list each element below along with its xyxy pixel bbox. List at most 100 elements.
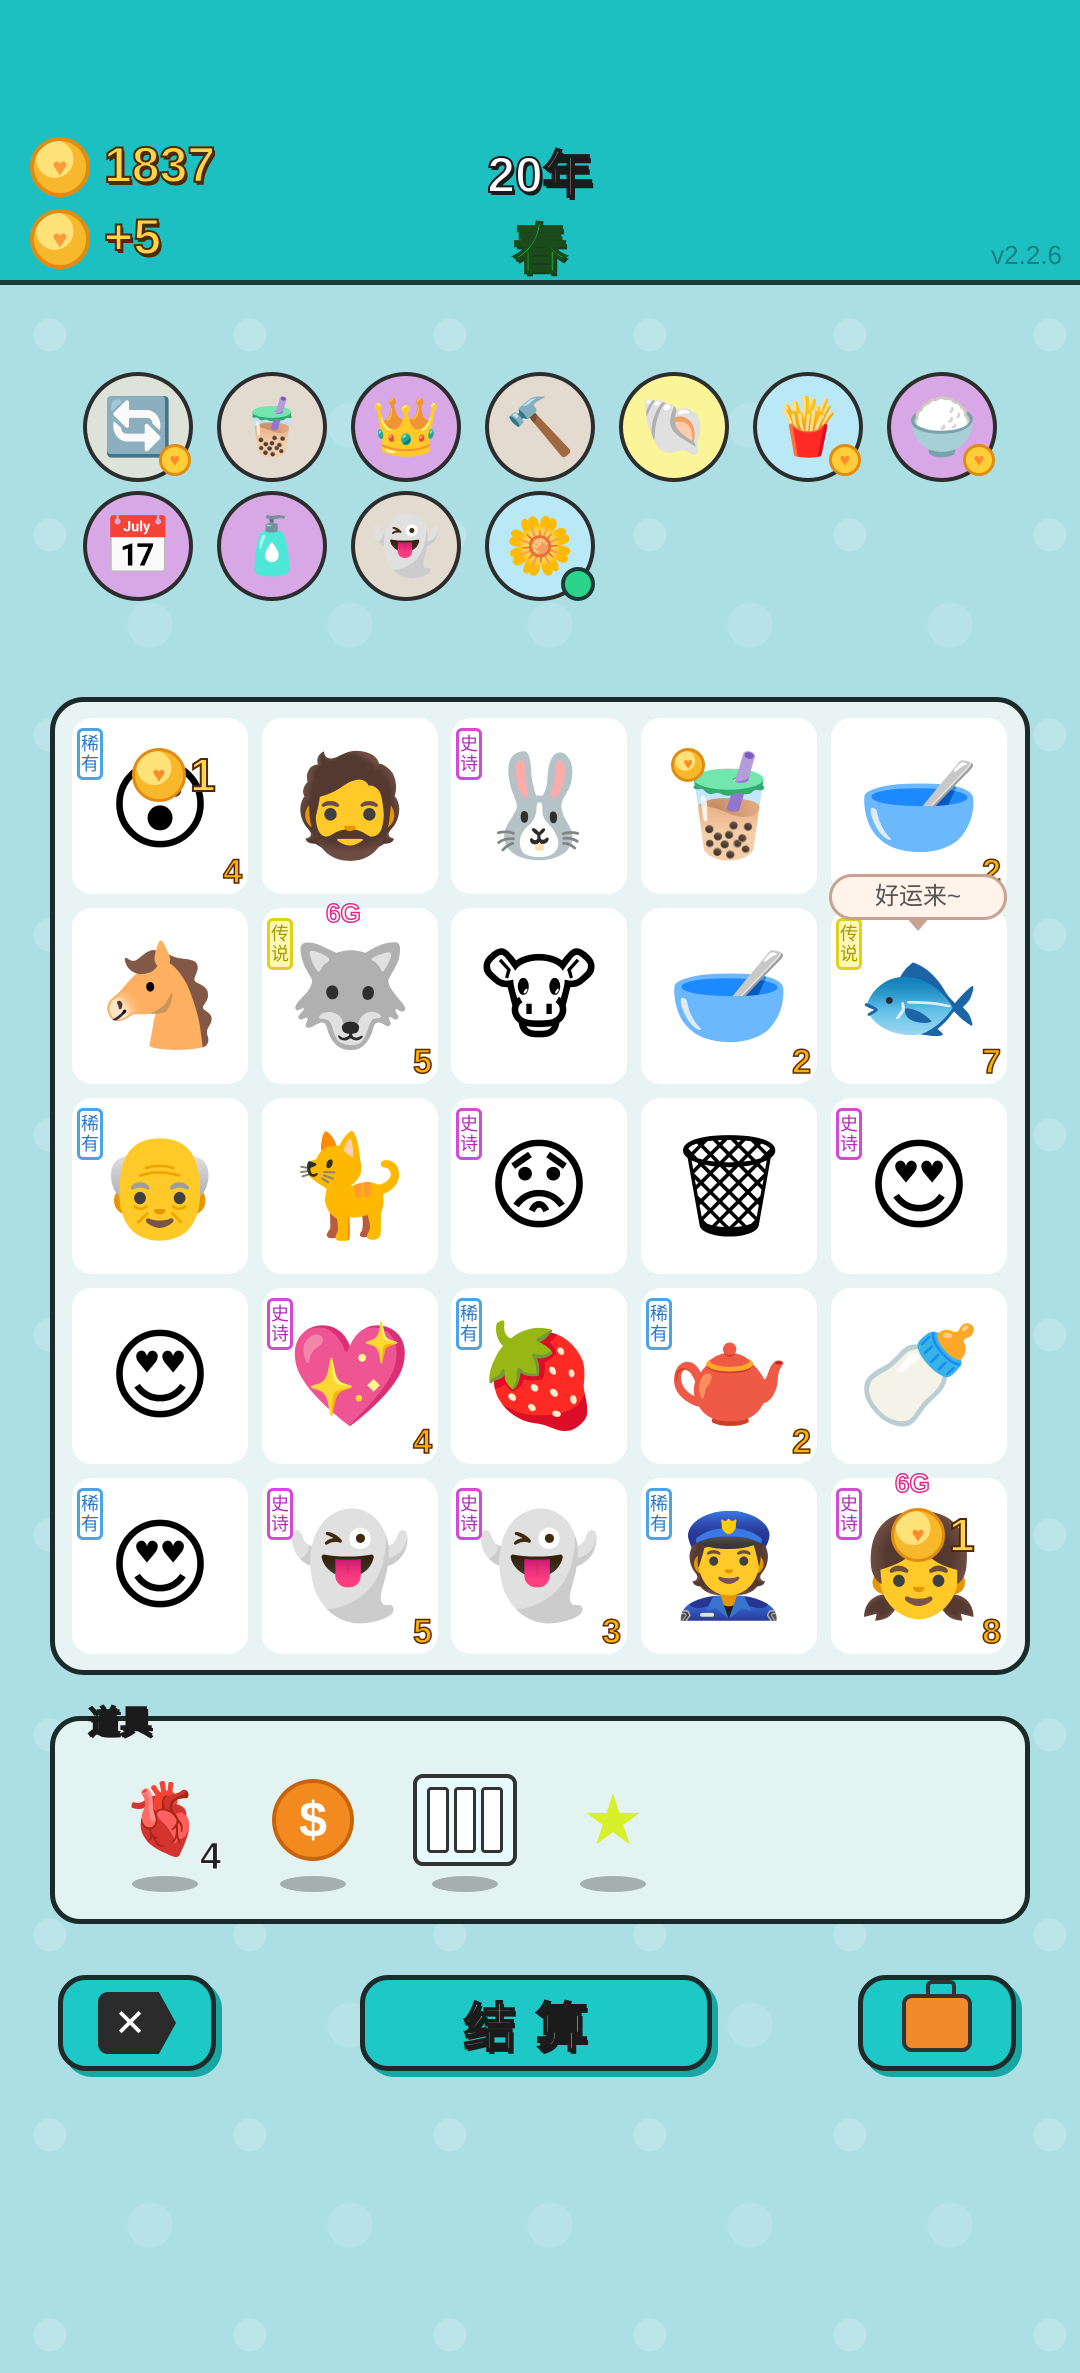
coin-icon: ♥ xyxy=(891,1508,945,1562)
trash-bag-tile[interactable]: 🗑 xyxy=(641,1098,817,1274)
shell-item[interactable]: 🐚 xyxy=(619,372,729,482)
old-man-shocked-tile[interactable]: 😮 稀有 4 ♥ 1 xyxy=(72,718,248,894)
rarity-badge: 史诗 xyxy=(456,728,482,780)
ghost-wink-item[interactable]: 👻 xyxy=(351,491,461,601)
spray-bottle-item[interactable]: 🧴 xyxy=(217,491,327,601)
tile-count: 4 xyxy=(412,1422,432,1462)
cow-tile[interactable]: 🐮 xyxy=(451,908,627,1084)
husky-king-icon: 🐺 xyxy=(287,940,413,1052)
dead-ghost-icon: 👻 xyxy=(287,1510,413,1622)
calendar-item[interactable]: 📅 xyxy=(83,491,193,601)
briefcase-icon xyxy=(902,1980,972,2052)
bowl-tile-2[interactable]: 🥣 2 xyxy=(641,908,817,1084)
husky-king-tile[interactable]: 🐺 传说 5 6G xyxy=(262,897,438,1084)
tools-label: 道具 xyxy=(87,1703,153,1741)
dead-ghost-tile[interactable]: 👻 史诗 5 xyxy=(262,1478,438,1654)
rarity-badge: 稀有 xyxy=(77,1488,103,1540)
shelf-icon xyxy=(413,1774,517,1866)
bearded-worker-icon: 🧔 xyxy=(287,750,413,862)
coin-gain: 1 xyxy=(189,748,217,802)
tool-shadow xyxy=(132,1876,198,1892)
settle-label: 结算 xyxy=(463,1999,608,2059)
shell-icon: 🐚 xyxy=(639,395,709,458)
coin-tool[interactable]: $ xyxy=(258,1765,368,1875)
grumpy-old-man-icon: 😟 xyxy=(486,1130,592,1242)
girl-tile[interactable]: 👧 史诗 8 ♥ 1 6G xyxy=(831,1467,1007,1654)
horse-icon: 🐴 xyxy=(97,940,223,1052)
rabbit-temple-tile[interactable]: 🐰 史诗 xyxy=(451,718,627,894)
love-ghost-icon: 👻 xyxy=(476,1510,602,1622)
bowl-tile[interactable]: 🥣 2 xyxy=(831,718,1007,894)
trash-bag-icon: 🗑 xyxy=(665,1130,793,1242)
bearded-worker-tile[interactable]: 🧔 xyxy=(262,718,438,894)
bald-man-icon: 👴 xyxy=(97,1130,223,1242)
love-old-man-tile[interactable]: 😍 史诗 xyxy=(831,1098,1007,1274)
refresh-item[interactable]: 🔄 ♥ xyxy=(83,372,193,482)
income-coin-icon: ♥ xyxy=(30,209,90,269)
settle-button[interactable]: 结算 xyxy=(360,1975,712,2071)
signal-badge: 6G xyxy=(894,1467,930,1499)
star-icon: ★ xyxy=(581,1781,645,1859)
horse-tile[interactable]: 🐴 xyxy=(72,908,248,1084)
teapot-tile[interactable]: 🫖 稀有 2 xyxy=(641,1288,817,1464)
rarity-badge: 稀有 xyxy=(456,1298,482,1350)
flower-pot-item[interactable]: 🌼 xyxy=(485,491,595,601)
liver-icon: 🫀 xyxy=(121,1780,209,1858)
tool-shadow xyxy=(432,1876,498,1892)
grumpy-old-man-tile[interactable]: 😟 史诗 xyxy=(451,1098,627,1274)
milk-bottle-tile[interactable]: 🍼 xyxy=(831,1288,1007,1464)
coin-icon: ♥ xyxy=(671,748,705,782)
lychee-tile[interactable]: 🍓 稀有 xyxy=(451,1288,627,1464)
rarity-badge: 稀有 xyxy=(646,1298,672,1350)
bowl-icon-2: 🥣 xyxy=(666,940,792,1052)
koi-fish-icon: 🐟 xyxy=(856,940,982,1052)
rarity-badge: 传说 xyxy=(267,918,293,970)
heart-coin-icon: ♥ xyxy=(963,444,995,476)
rarity-badge: 稀有 xyxy=(646,1488,672,1540)
rice-bowl-item[interactable]: 🍚 ♥ xyxy=(887,372,997,482)
tile-count: 2 xyxy=(791,1422,811,1462)
tool-shadow xyxy=(580,1876,646,1892)
rarity-badge: 史诗 xyxy=(456,1108,482,1160)
spray-bottle-icon: 🧴 xyxy=(237,514,307,577)
shelf-tool[interactable] xyxy=(410,1765,520,1875)
rarity-badge: 稀有 xyxy=(77,1108,103,1160)
rarity-badge: 史诗 xyxy=(836,1488,862,1540)
top-bar: ♥ 1837 ♥ +5 20年 春 v2.2.6 xyxy=(0,0,1080,285)
liver-count: 4 xyxy=(199,1836,222,1879)
rarity-badge: 史诗 xyxy=(836,1108,862,1160)
dollar-coin-icon: $ xyxy=(272,1779,354,1861)
milk-tea-tile[interactable]: 🧋 ♥ xyxy=(641,718,817,894)
ghost-wink-icon: 👻 xyxy=(371,514,441,577)
tool-shadow xyxy=(280,1876,346,1892)
magenta-box-item[interactable]: 👑 xyxy=(351,372,461,482)
close-icon: ✕ xyxy=(98,1992,176,2054)
milk-bottle-icon: 🍼 xyxy=(856,1320,982,1432)
love-bald-man-tile[interactable]: 😍 稀有 xyxy=(72,1478,248,1654)
rarity-badge: 史诗 xyxy=(456,1488,482,1540)
police-tile[interactable]: 👮 稀有 xyxy=(641,1478,817,1654)
rabbit-temple-icon: 🐰 xyxy=(476,750,602,862)
love-grandpa-tile[interactable]: 😍 xyxy=(72,1288,248,1464)
exit-button[interactable]: ✕ xyxy=(58,1975,216,2071)
bag-button[interactable] xyxy=(858,1975,1016,2071)
cat-tile[interactable]: 🐈 xyxy=(262,1098,438,1274)
love-ghost-tile[interactable]: 👻 史诗 3 xyxy=(451,1478,627,1654)
fries-item[interactable]: 🍟 ♥ xyxy=(753,372,863,482)
hammer-item[interactable]: 🔨 xyxy=(485,372,595,482)
bald-man-tile[interactable]: 👴 稀有 xyxy=(72,1098,248,1274)
magenta-box-icon: 👑 xyxy=(371,395,441,458)
income-amount: +5 xyxy=(103,208,162,266)
bubble-tea-icon: 🧋 xyxy=(237,395,307,458)
calendar-icon: 📅 xyxy=(103,514,173,577)
teapot-icon: 🫖 xyxy=(666,1320,792,1432)
rarity-badge: 史诗 xyxy=(267,1488,293,1540)
koi-fish-tile[interactable]: 🐟 传说 7 xyxy=(831,908,1007,1084)
love-old-man-icon: 😍 xyxy=(866,1130,972,1242)
tile-count: 2 xyxy=(791,1042,811,1082)
flower-pot-icon: 🌼 xyxy=(505,514,575,577)
coin-gain: 1 xyxy=(948,1508,976,1562)
heart-ghost-tile[interactable]: 💖 史诗 4 xyxy=(262,1288,438,1464)
star-tool[interactable]: ★ xyxy=(558,1765,668,1875)
bubble-tea-item[interactable]: 🧋 xyxy=(217,372,327,482)
